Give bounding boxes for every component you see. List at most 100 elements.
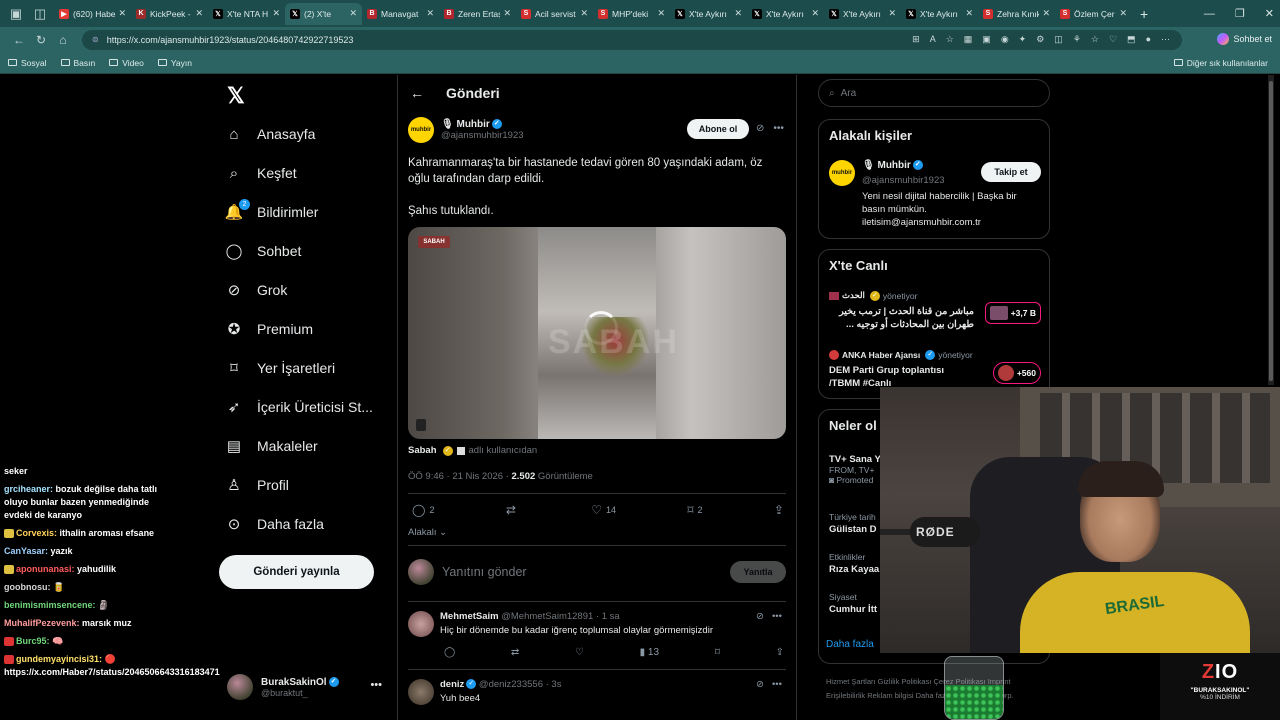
live-viewers-pill[interactable]: +560	[992, 362, 1041, 384]
refresh-icon[interactable]: ↻	[30, 33, 52, 47]
reply-tweet[interactable]: MehmetSaim @MehmetSaim12891 · 1 sa Hiç b…	[408, 607, 788, 667]
live-viewers-pill[interactable]: +3,7 B	[984, 302, 1041, 324]
read-aloud-icon[interactable]: A	[930, 34, 936, 45]
close-window-icon[interactable]: ✕	[1265, 7, 1274, 20]
more-icon[interactable]: •••	[773, 123, 784, 134]
avatar[interactable]	[408, 679, 434, 705]
grok-icon[interactable]: ⊘	[756, 611, 764, 622]
grok-icon[interactable]: ⊘	[756, 679, 764, 690]
tab-close-icon[interactable]: ✕	[426, 8, 434, 19]
heart-icon[interactable]: ♡	[575, 647, 584, 658]
search-input[interactable]: ⌕ Ara	[818, 79, 1050, 107]
nav-item-creator-studio[interactable]: ➶ İçerik Üreticisi St...	[225, 392, 373, 422]
subscribe-button[interactable]: Abone ol	[687, 119, 749, 139]
site-info-icon[interactable]: ⊜	[92, 35, 99, 44]
nav-item-premium[interactable]: ✪ Premium	[225, 314, 313, 344]
copilot-chat-button[interactable]: Sohbet et	[1217, 30, 1272, 48]
scrollbar-thumb[interactable]	[1269, 81, 1273, 381]
more-icon[interactable]: •••	[772, 679, 782, 690]
new-tab-icon[interactable]: +	[1140, 6, 1148, 22]
browser-tab[interactable]: B Zeren Ertaş ✕	[439, 3, 516, 25]
bookmark-folder[interactable]: Basın	[60, 58, 95, 68]
repost-action[interactable]: ⇄	[506, 503, 520, 517]
page-scrollbar[interactable]	[1268, 75, 1274, 385]
nav-item-more[interactable]: ⊙ Daha fazla	[225, 509, 324, 539]
x-logo-icon[interactable]: 𝕏	[227, 83, 245, 109]
bookmark-folder[interactable]: Sosyal	[8, 58, 47, 68]
sort-replies-dropdown[interactable]: Alakalı ⌄	[408, 527, 447, 538]
browser-tab[interactable]: S MHP'deki ✕	[593, 3, 670, 25]
source-name[interactable]: Sabah	[408, 445, 437, 456]
reply-author[interactable]: deniz	[440, 679, 464, 690]
bookmark-action[interactable]: ⌑ 2	[687, 503, 702, 517]
bookmark-folder[interactable]: Yayın	[157, 58, 192, 68]
reply-author[interactable]: MehmetSaim	[440, 611, 499, 622]
share-icon[interactable]: ⇪	[776, 647, 784, 658]
share-action[interactable]: ⇪	[774, 503, 784, 517]
tab-close-icon[interactable]: ✕	[1119, 8, 1127, 19]
extension-icon[interactable]: ▦	[964, 34, 973, 45]
nav-item-chat[interactable]: ◯ Sohbet	[225, 236, 302, 266]
more-icon[interactable]: •••	[772, 611, 782, 622]
nav-item-explore[interactable]: ⌕ Keşfet	[225, 158, 297, 188]
favorite-icon[interactable]: ☆	[946, 34, 954, 45]
tab-close-icon[interactable]: ✕	[734, 8, 742, 19]
browser-tab[interactable]: 𝕏 X'te Aykırı ✕	[670, 3, 747, 25]
video-source[interactable]: Sabah ✓ adlı kullanıcıdan	[408, 445, 537, 456]
more-icon[interactable]: •••	[370, 679, 382, 691]
restore-icon[interactable]: ❐	[1235, 7, 1245, 20]
browser-tab[interactable]: S Özlem Çer ✕	[1055, 3, 1132, 25]
browser-tab[interactable]: S Zehra Kınık ✕	[978, 3, 1055, 25]
extension-icon[interactable]: ◉	[1001, 34, 1009, 45]
related-person-name[interactable]: 🎙 Muhbir ✓	[862, 160, 923, 171]
avatar[interactable]: muhbir	[408, 117, 434, 143]
reply-action[interactable]: ◯ 2	[412, 503, 434, 517]
author-handle[interactable]: @ajansmuhbir1923	[441, 130, 524, 141]
bookmark-folder[interactable]: Video	[109, 58, 144, 68]
other-bookmarks[interactable]: Diğer sık kullanılanlar	[1173, 58, 1268, 68]
tab-close-icon[interactable]: ✕	[580, 8, 588, 19]
bookmark-icon[interactable]: ⌑	[715, 647, 720, 658]
reply-time[interactable]: · 1 sa	[596, 611, 620, 622]
footer-links[interactable]: Hizmet Şartları Gizlilik Politikası Çere…	[826, 675, 1046, 703]
author-name[interactable]: 🎙 Muhbir ✓	[441, 119, 524, 130]
nav-item-grok[interactable]: ⊘ Grok	[225, 275, 288, 305]
tab-close-icon[interactable]: ✕	[965, 8, 973, 19]
browser-tab[interactable]: S Acil servist ✕	[516, 3, 593, 25]
tab-close-icon[interactable]: ✕	[657, 8, 665, 19]
repost-icon[interactable]: ⇄	[511, 647, 519, 658]
url-text[interactable]: https://x.com/ajansmuhbir1923/status/204…	[107, 35, 354, 45]
menu-icon[interactable]: ⋯	[1161, 34, 1170, 45]
tweet-author[interactable]: muhbir 🎙 Muhbir ✓ @ajansmuhbir1923	[408, 117, 524, 143]
reply-time[interactable]: · 3s	[546, 679, 562, 690]
browser-tab[interactable]: 𝕏 X'te Aykırı ✕	[747, 3, 824, 25]
live-broadcast[interactable]: ANKA Haber Ajansı ✓ yönetiyor DEM Parti Gr…	[829, 350, 1041, 390]
account-switcher[interactable]: BurakSakinOl ✓ @buraktut_ •••	[227, 669, 392, 705]
post-button[interactable]: Gönderi yayınla	[219, 555, 374, 589]
follow-button[interactable]: Takip et	[981, 162, 1041, 182]
timestamp[interactable]: ÖÖ 9:46 · 21 Nis 2026 ·	[408, 471, 512, 482]
reply-handle[interactable]: @MehmetSaim12891	[501, 611, 593, 622]
tab-close-icon[interactable]: ✕	[1042, 8, 1050, 19]
tab-close-icon[interactable]: ✕	[118, 8, 126, 19]
browser-tab[interactable]: 𝕏 (2) X'te ✕	[285, 2, 362, 25]
tab-actions-icon[interactable]: ◫	[30, 4, 50, 24]
grok-icon[interactable]: ⊘	[756, 123, 764, 134]
browser-tab[interactable]: 𝕏 X'te NTA H ✕	[208, 3, 285, 25]
tab-close-icon[interactable]: ✕	[349, 8, 357, 19]
downloads-icon[interactable]: ⬒	[1127, 34, 1136, 45]
collections-icon[interactable]: ⚘	[1073, 34, 1081, 45]
video-player[interactable]: SABAH SABAH	[408, 227, 786, 439]
browser-tab[interactable]: K KickPeek - ✕	[131, 3, 208, 25]
reply-icon[interactable]: ◯	[444, 647, 455, 658]
reply-handle[interactable]: @deniz233556	[479, 679, 543, 690]
extension-icon[interactable]: ✦	[1019, 34, 1027, 45]
reply-tweet[interactable]: deniz ✓ @deniz233556 · 3s Yuh bee4 ⊘ •••	[408, 675, 788, 720]
nav-item-articles[interactable]: ▤ Makaleler	[225, 431, 318, 461]
avatar[interactable]: muhbir	[829, 160, 855, 186]
favorites-bar-icon[interactable]: ☆	[1091, 34, 1099, 45]
browser-tab[interactable]: 𝕏 X'te Aykırı ✕	[824, 3, 901, 25]
tab-close-icon[interactable]: ✕	[195, 8, 203, 19]
url-field[interactable]: ⊜ https://x.com/ajansmuhbir1923/status/2…	[82, 29, 1182, 50]
extension-icon[interactable]: ▣	[982, 34, 991, 45]
